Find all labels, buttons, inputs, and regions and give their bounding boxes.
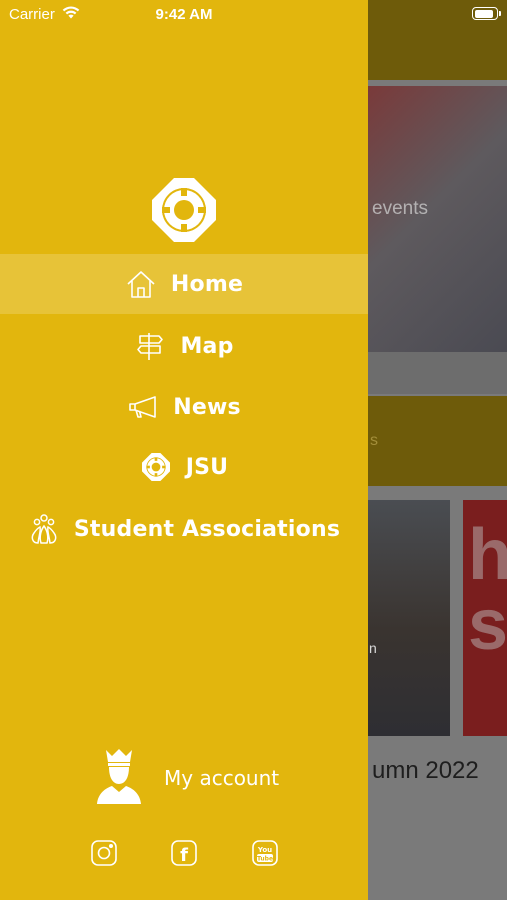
paw-icon (28, 513, 60, 545)
menu-item-home[interactable]: Home (0, 254, 368, 314)
instagram-icon (90, 840, 118, 872)
my-account-button[interactable]: My account (96, 748, 279, 808)
facebook-link[interactable]: f (170, 838, 198, 868)
home-icon (125, 268, 157, 300)
menu-label-jsu: JSU (185, 454, 229, 480)
svg-text:You: You (257, 846, 272, 854)
facebook-glyph: f (180, 845, 188, 866)
battery-icon (472, 7, 498, 20)
background-strip (368, 352, 507, 394)
status-bar: Carrier 9:42 AM (0, 0, 507, 30)
crowned-avatar-icon (96, 748, 142, 808)
clock: 9:42 AM (155, 6, 213, 23)
facebook-icon: f (170, 840, 198, 872)
megaphone-icon (127, 391, 159, 423)
menu-label-news: News (173, 394, 241, 420)
background-section-band (368, 396, 507, 486)
menu-item-map[interactable]: Map (0, 316, 368, 376)
menu-item-student-associations[interactable]: Student Associations (0, 499, 368, 559)
youtube-link[interactable]: You Tube (251, 838, 279, 868)
background-card-caption: umn 2022 (372, 757, 479, 784)
background-section-text: s (370, 432, 378, 449)
menu-label-student-associations: Student Associations (73, 516, 341, 542)
menu-label-map: Map (180, 333, 234, 359)
jsu-logo-icon (152, 178, 216, 242)
background-card-logo: h s (468, 515, 507, 665)
side-drawer: Home Map News JSU Student Associations M… (0, 0, 368, 900)
signpost-icon (134, 330, 166, 362)
background-card-photo (368, 500, 450, 736)
menu-label-home: Home (170, 271, 244, 297)
battery-tip (499, 11, 501, 16)
youtube-icon: You Tube (251, 840, 279, 872)
battery-level (474, 9, 493, 18)
background-hero-text: events (372, 198, 428, 219)
menu-item-news[interactable]: News (0, 377, 368, 437)
instagram-link[interactable] (90, 838, 118, 868)
my-account-label: My account (164, 766, 280, 790)
svg-text:Tube: Tube (257, 856, 273, 863)
background-card-text: n (369, 640, 377, 656)
jsu-logo-icon (140, 451, 172, 483)
menu-item-jsu[interactable]: JSU (0, 437, 368, 497)
